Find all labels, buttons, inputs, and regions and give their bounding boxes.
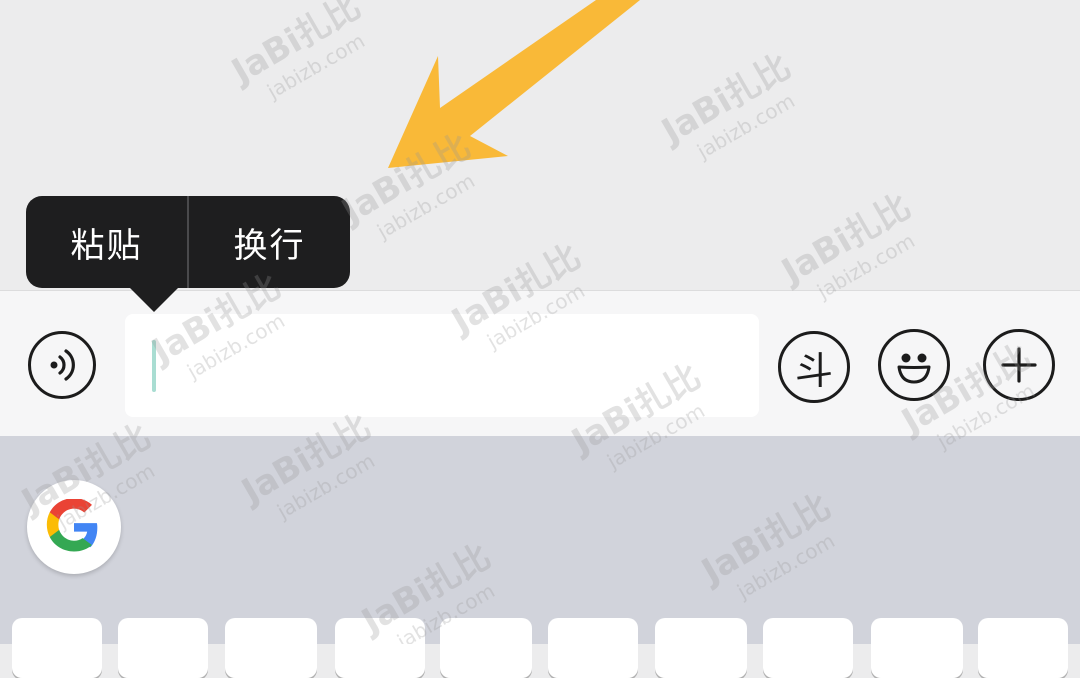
context-menu: 粘贴 换行 (26, 196, 350, 288)
emoji-button[interactable] (878, 329, 950, 401)
newline-menu-item[interactable]: 换行 (189, 196, 350, 288)
key[interactable] (12, 618, 102, 678)
key-row (0, 618, 1080, 678)
paste-menu-item[interactable]: 粘贴 (26, 196, 187, 288)
more-button[interactable] (983, 329, 1055, 401)
input-bar: 斗 (0, 290, 1080, 437)
key[interactable] (655, 618, 747, 678)
key[interactable] (548, 618, 638, 678)
google-icon (46, 499, 98, 552)
key[interactable] (118, 618, 208, 678)
message-input[interactable] (125, 314, 759, 417)
key[interactable] (440, 618, 532, 678)
sticker-button[interactable]: 斗 (778, 331, 850, 403)
text-cursor (152, 340, 156, 392)
key[interactable] (978, 618, 1068, 678)
key[interactable] (335, 618, 425, 678)
key[interactable] (225, 618, 317, 678)
keyboard (0, 436, 1080, 678)
smiley-icon (897, 353, 931, 384)
key[interactable] (871, 618, 963, 678)
menu-pointer (130, 288, 178, 312)
plus-icon (1001, 347, 1037, 383)
dou-icon: 斗 (794, 348, 833, 393)
voice-wave-icon (50, 349, 75, 381)
google-button[interactable] (27, 480, 121, 574)
key[interactable] (763, 618, 853, 678)
voice-button[interactable] (28, 331, 96, 399)
